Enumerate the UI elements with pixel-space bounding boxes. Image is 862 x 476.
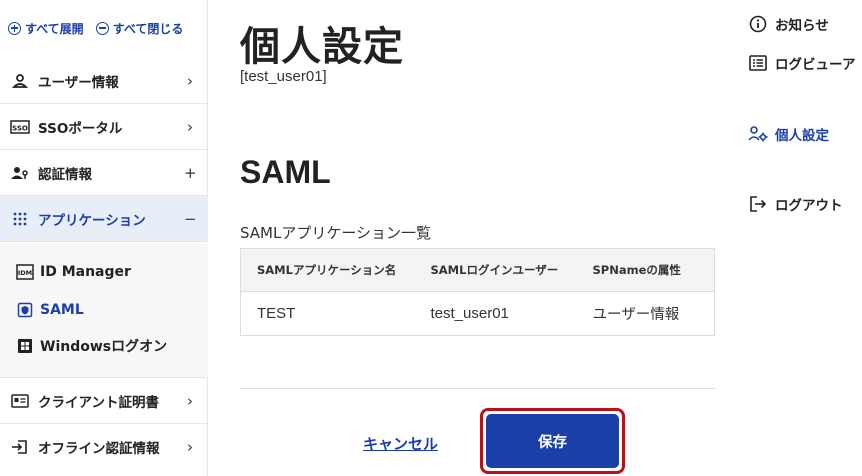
sidebar-item-label: SSOポータル bbox=[38, 120, 123, 137]
applications-submenu: IDM ID Manager SAML Windowsログオン bbox=[0, 243, 208, 378]
cell-spname-attribute: ユーザー情報 bbox=[576, 291, 715, 336]
info-icon bbox=[748, 14, 768, 34]
log-viewer-icon bbox=[748, 53, 768, 73]
sidebar-item-sso-portal[interactable]: SSO SSOポータル › bbox=[0, 104, 208, 150]
certificate-icon bbox=[10, 391, 30, 411]
svg-text:IDM: IDM bbox=[18, 269, 32, 277]
minus-circle-icon bbox=[95, 21, 109, 35]
sidebar-item-label: 認証情報 bbox=[38, 166, 92, 183]
sidebar-item-label: クライアント証明書 bbox=[38, 394, 159, 411]
windows-icon bbox=[16, 337, 34, 355]
sidebar-subitem-label: ID Manager bbox=[40, 264, 131, 280]
chevron-right-icon: › bbox=[187, 438, 193, 456]
cell-login-user: test_user01 bbox=[414, 291, 577, 336]
collapse-all-button[interactable]: すべて閉じる bbox=[95, 20, 184, 37]
saml-application-table: SAMLアプリケーション名 SAMLログインユーザー SPNameの属性 TES… bbox=[240, 248, 715, 336]
right-nav: お知らせ ログビューア 個人設定 ログアウト bbox=[748, 0, 862, 476]
sidebar-item-offline-auth[interactable]: オフライン認証情報 › bbox=[0, 424, 208, 470]
cancel-link[interactable]: キャンセル bbox=[363, 433, 438, 454]
sso-icon: SSO bbox=[10, 117, 30, 137]
sidebar-item-client-certificate[interactable]: クライアント証明書 › bbox=[0, 378, 208, 424]
shield-icon bbox=[16, 301, 34, 319]
user-key-icon bbox=[10, 163, 30, 183]
table-row: TEST test_user01 ユーザー情報 bbox=[240, 291, 715, 336]
main-content: 個人設定 [test_user01] SAML SAMLアプリケーション一覧 S… bbox=[240, 0, 716, 476]
sidebar-subitem-id-manager[interactable]: IDM ID Manager bbox=[0, 255, 208, 289]
sidebar-item-label: アプリケーション bbox=[38, 212, 146, 229]
sidebar-subitem-label: Windowsログオン bbox=[40, 339, 168, 355]
nav-label: ログビューア bbox=[775, 57, 856, 73]
expand-collapse-row: すべて展開 すべて閉じる bbox=[8, 18, 203, 38]
chevron-right-icon: › bbox=[187, 71, 193, 90]
nav-label: お知らせ bbox=[775, 18, 829, 34]
nav-label: 個人設定 bbox=[775, 128, 829, 144]
sidebar-item-applications[interactable]: アプリケーション − bbox=[0, 196, 208, 242]
id-manager-icon: IDM bbox=[16, 263, 34, 281]
chevron-right-icon: › bbox=[187, 117, 193, 136]
table-caption: SAMLアプリケーション一覧 bbox=[240, 224, 432, 242]
section-title: SAML bbox=[240, 154, 331, 190]
cell-app-name: TEST bbox=[240, 291, 415, 336]
sidebar: すべて展開 すべて閉じる ユーザー情報 › SSO SSOポータル › 認証情報… bbox=[0, 0, 208, 476]
svg-text:SSO: SSO bbox=[12, 124, 28, 132]
plus-icon: + bbox=[184, 163, 197, 182]
sidebar-item-label: オフライン認証情報 bbox=[38, 441, 160, 457]
divider bbox=[240, 388, 715, 389]
page-title: 個人設定 bbox=[240, 24, 404, 70]
offline-login-icon bbox=[10, 437, 30, 457]
nav-label: ログアウト bbox=[775, 198, 843, 214]
logout-icon bbox=[748, 194, 768, 214]
sidebar-subitem-windows-logon[interactable]: Windowsログオン bbox=[0, 329, 208, 363]
sidebar-subitem-saml[interactable]: SAML bbox=[0, 293, 208, 327]
username-label: [test_user01] bbox=[240, 68, 327, 85]
column-header-login-user: SAMLログインユーザー bbox=[414, 248, 577, 292]
nav-notices[interactable]: お知らせ bbox=[748, 14, 829, 34]
expand-all-button[interactable]: すべて展開 bbox=[8, 20, 84, 37]
table-header-row: SAMLアプリケーション名 SAMLログインユーザー SPNameの属性 bbox=[240, 248, 715, 292]
expand-all-label: すべて展開 bbox=[25, 21, 84, 36]
user-settings-icon bbox=[748, 124, 768, 144]
column-header-app-name: SAMLアプリケーション名 bbox=[240, 248, 415, 292]
nav-logout[interactable]: ログアウト bbox=[748, 194, 843, 214]
nav-personal-settings[interactable]: 個人設定 bbox=[748, 124, 829, 144]
sidebar-item-user-info[interactable]: ユーザー情報 › bbox=[0, 58, 208, 104]
sidebar-item-label: ユーザー情報 bbox=[38, 74, 119, 91]
collapse-all-label: すべて閉じる bbox=[112, 21, 184, 36]
nav-log-viewer[interactable]: ログビューア bbox=[748, 53, 855, 73]
chevron-right-icon: › bbox=[187, 391, 193, 410]
sidebar-item-auth-info[interactable]: 認証情報 + bbox=[0, 150, 208, 196]
column-header-spname-attribute: SPNameの属性 bbox=[576, 248, 715, 292]
minus-icon: − bbox=[184, 209, 197, 228]
save-button[interactable]: 保存 bbox=[486, 414, 619, 468]
grid-icon bbox=[10, 209, 30, 229]
plus-circle-icon bbox=[8, 21, 21, 35]
user-icon bbox=[10, 71, 30, 91]
sidebar-subitem-label: SAML bbox=[40, 302, 84, 318]
